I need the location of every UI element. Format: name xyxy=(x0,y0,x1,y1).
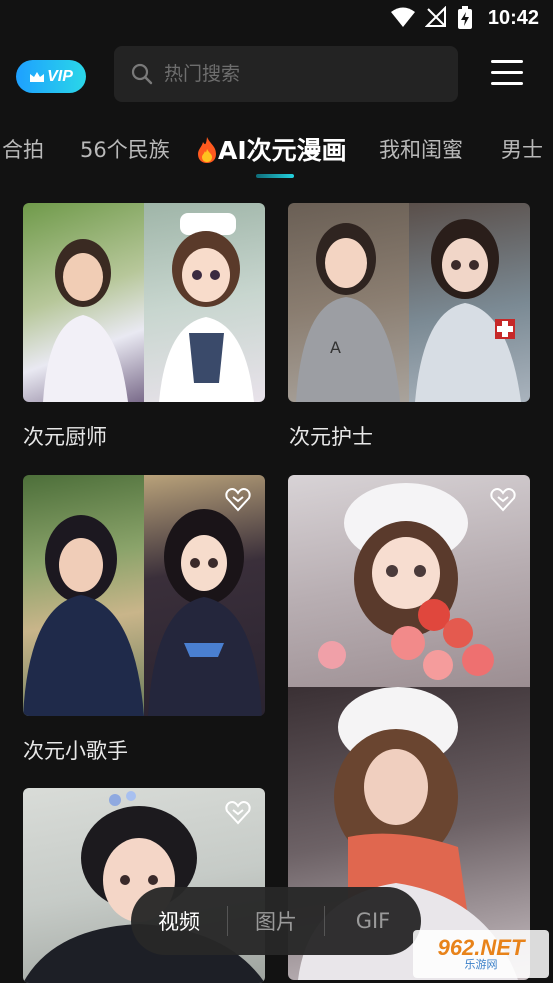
watermark-brand: 962.NET xyxy=(437,935,525,960)
active-tab-indicator xyxy=(256,174,294,178)
favorite-icon[interactable] xyxy=(223,798,253,828)
menu-button[interactable] xyxy=(491,60,523,88)
menu-line xyxy=(491,60,523,63)
photo-anime xyxy=(409,203,530,402)
favorite-icon[interactable] xyxy=(488,485,518,515)
tab-men[interactable]: 男士 xyxy=(501,134,543,164)
tab-ai-comic[interactable]: AI次元漫画 xyxy=(196,131,347,167)
portrait-illustration: A xyxy=(296,223,400,402)
tab-bestie[interactable]: 我和闺蜜 xyxy=(379,134,463,164)
card-caption-singer: 次元小歌手 xyxy=(23,739,128,763)
search-input[interactable] xyxy=(164,63,444,85)
no-signal-icon xyxy=(425,6,446,27)
watermark-logo: 962.NET 乐游网 xyxy=(413,930,549,978)
switch-gif[interactable]: GIF xyxy=(325,909,421,933)
search-bar[interactable] xyxy=(114,46,458,102)
tab-hepai[interactable]: 合拍 xyxy=(2,134,44,164)
tab-56-ethnic[interactable]: 56个民族 xyxy=(80,134,170,164)
battery-charging-icon xyxy=(458,6,472,29)
switch-video[interactable]: 视频 xyxy=(131,906,227,936)
tab-ai-comic-label: AI次元漫画 xyxy=(218,136,347,165)
status-bar: 10:42 xyxy=(0,0,553,38)
photo-real xyxy=(23,203,144,402)
card-caption-nurse: 次元护士 xyxy=(289,425,373,449)
search-icon xyxy=(131,63,153,85)
favorite-icon[interactable] xyxy=(223,485,253,515)
menu-line xyxy=(491,71,523,74)
template-card-chef[interactable] xyxy=(23,203,265,402)
card-caption-chef: 次元厨师 xyxy=(23,425,107,449)
wifi-icon xyxy=(391,7,415,27)
svg-text:A: A xyxy=(330,338,341,357)
vip-label: VIP xyxy=(47,67,73,85)
anime-illustration xyxy=(415,219,521,402)
menu-line xyxy=(491,82,523,85)
photo-real: A xyxy=(288,203,409,402)
switch-image[interactable]: 图片 xyxy=(228,906,324,936)
photo-anime xyxy=(144,203,265,402)
template-card-nurse[interactable]: A xyxy=(288,203,530,402)
anime-illustration xyxy=(159,213,254,402)
portrait-illustration xyxy=(23,515,144,716)
crown-icon xyxy=(30,71,45,82)
media-type-switch: 视频 图片 GIF xyxy=(131,887,421,955)
photo-real xyxy=(23,475,144,716)
vip-button[interactable]: VIP xyxy=(16,60,86,93)
template-card-singer[interactable] xyxy=(23,475,265,716)
watermark-sub: 乐游网 xyxy=(464,958,498,971)
status-time: 10:42 xyxy=(487,7,539,29)
portrait-illustration xyxy=(43,239,128,402)
fire-icon xyxy=(198,137,216,163)
